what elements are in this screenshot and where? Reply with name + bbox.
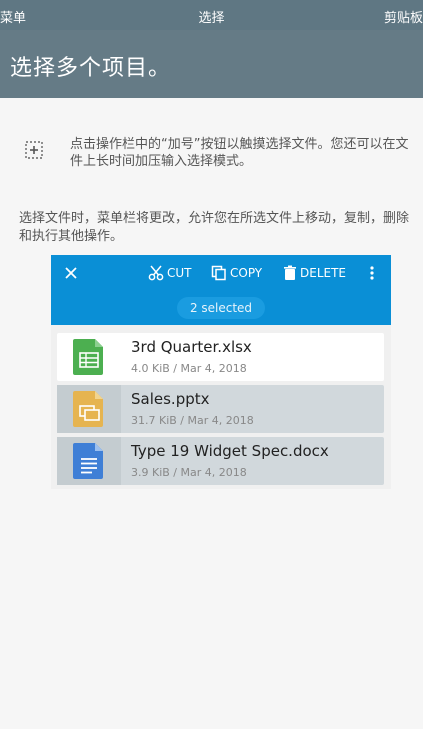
selection-toolbar: CUT COPY DELETE 2 selected	[51, 255, 391, 325]
file-meta: 31.7 KiB / Mar 4, 2018	[131, 414, 254, 427]
clipboard-link[interactable]: 剪贴板	[384, 7, 423, 26]
file-row[interactable]: 3rd Quarter.xlsx 4.0 KiB / Mar 4, 2018	[57, 333, 384, 381]
file-icon-area	[57, 437, 121, 485]
file-icon-area	[57, 333, 121, 381]
spreadsheet-icon	[73, 339, 103, 375]
file-name: 3rd Quarter.xlsx	[131, 338, 252, 356]
tip-row: 点击操作栏中的“加号”按钮以触摸选择文件。您还可以在文件上长时间加压输入选择模式…	[0, 136, 423, 176]
copy-icon	[211, 265, 226, 281]
page-header: 选择多个项目。	[0, 30, 423, 98]
document-icon	[73, 443, 103, 479]
status-bar: 菜单 选择 剪贴板	[0, 0, 423, 30]
screen-title: 选择	[198, 11, 225, 26]
select-plus-icon	[25, 141, 43, 159]
tip-text: 点击操作栏中的“加号”按钮以触摸选择文件。您还可以在文件上长时间加压输入选择模式…	[70, 137, 409, 169]
file-name: Sales.pptx	[131, 390, 210, 408]
presentation-icon	[73, 391, 103, 427]
file-meta: 4.0 KiB / Mar 4, 2018	[131, 362, 247, 375]
copy-button[interactable]: COPY	[211, 265, 262, 281]
delete-button[interactable]: DELETE	[283, 265, 346, 281]
cut-button[interactable]: CUT	[148, 265, 192, 281]
more-vert-icon[interactable]	[367, 265, 377, 281]
delete-label: DELETE	[300, 266, 347, 280]
page-title: 选择多个项目。	[10, 56, 172, 81]
selection-demo: CUT COPY DELETE 2 selected 3rd Quarter.x…	[51, 255, 391, 489]
file-row[interactable]: Type 19 Widget Spec.docx 3.9 KiB / Mar 4…	[57, 437, 384, 485]
file-name: Type 19 Widget Spec.docx	[131, 442, 329, 460]
scissors-icon	[148, 265, 164, 281]
close-icon[interactable]	[63, 265, 79, 281]
cut-label: CUT	[167, 266, 192, 280]
trash-icon	[284, 265, 296, 280]
copy-label: COPY	[230, 266, 263, 280]
file-row[interactable]: Sales.pptx 31.7 KiB / Mar 4, 2018	[57, 385, 384, 433]
selected-count-badge: 2 selected	[177, 297, 265, 319]
file-icon-area	[57, 385, 121, 433]
selection-description: 选择文件时，菜单栏将更改，允许您在所选文件上移动，复制，删除和执行其他操作。	[19, 211, 410, 244]
file-meta: 3.9 KiB / Mar 4, 2018	[131, 466, 247, 479]
